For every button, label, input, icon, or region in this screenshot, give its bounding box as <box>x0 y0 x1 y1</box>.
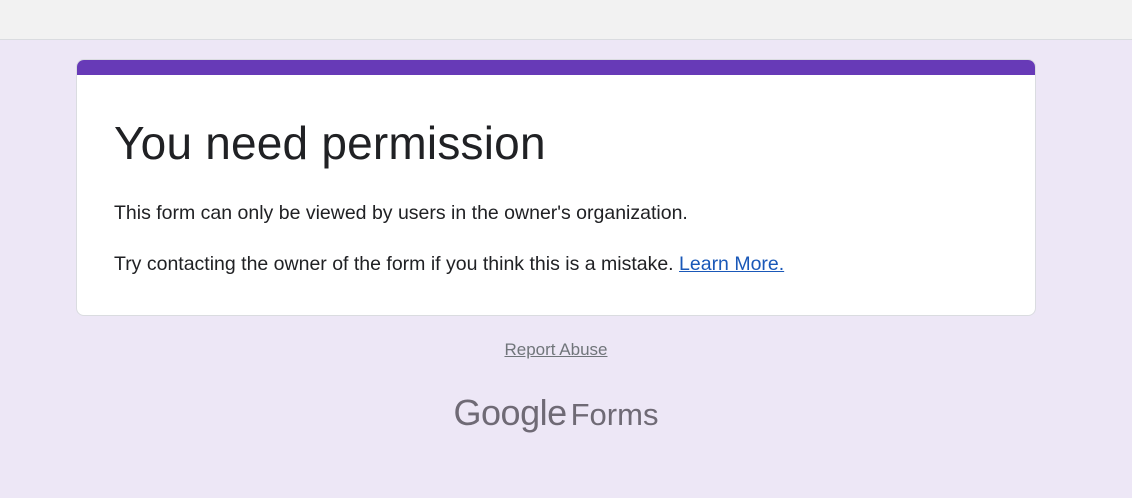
page-title: You need permission <box>114 117 546 169</box>
contact-owner-hint: Try contacting the owner of the form if … <box>114 252 784 277</box>
browser-top-bar <box>0 0 1132 40</box>
contact-owner-text: Try contacting the owner of the form if … <box>114 253 674 275</box>
google-forms-logo[interactable]: Google Forms <box>0 392 1112 434</box>
brand-google-text: Google <box>453 392 568 433</box>
permission-card: You need permission This form can only b… <box>76 59 1036 316</box>
brand-forms-text: Forms <box>570 397 659 432</box>
permission-message: This form can only be viewed by users in… <box>114 202 688 224</box>
card-accent-bar <box>77 60 1035 75</box>
report-abuse-container: Report Abuse <box>0 340 1112 360</box>
report-abuse-link[interactable]: Report Abuse <box>504 340 607 359</box>
learn-more-link[interactable]: Learn More. <box>679 253 784 275</box>
